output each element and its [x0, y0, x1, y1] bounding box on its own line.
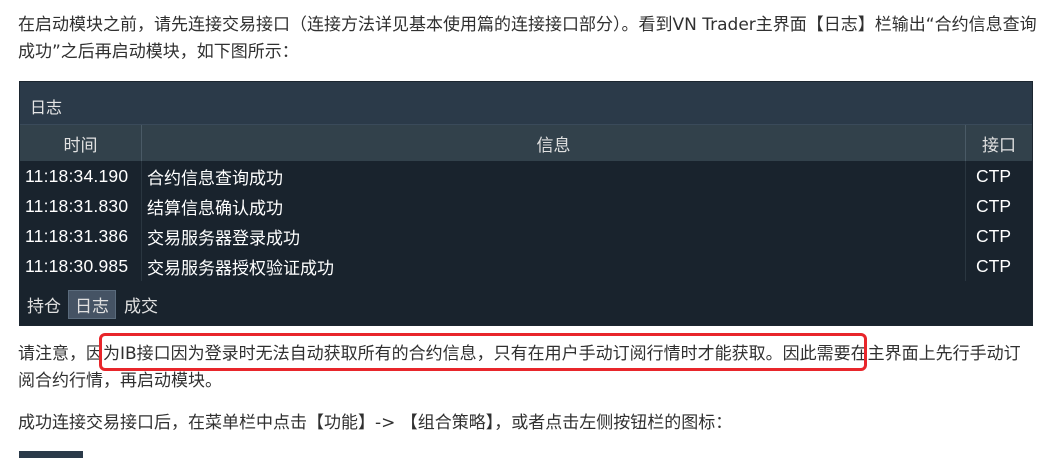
log-message: 交易服务器登录成功: [142, 221, 966, 251]
log-time: 11:18:30.985: [20, 251, 142, 281]
log-gateway: CTP: [976, 165, 1011, 186]
tab-log[interactable]: 日志: [68, 290, 116, 319]
table-row[interactable]: 11:18:34.190 合约信息查询成功 CTP: [20, 161, 1032, 191]
log-table-header: 时间 信息 接口: [20, 125, 1032, 161]
log-time: 11:18:31.830: [20, 191, 142, 221]
instruction-paragraph: 成功连接交易接口后，在菜单栏中点击【功能】-> 【组合策略】，或者点击左侧按钮栏…: [18, 413, 733, 433]
log-message: 结算信息确认成功: [142, 191, 966, 221]
column-header-time[interactable]: 时间: [20, 125, 142, 161]
bottom-tab-bar: 持仓 日志 成交: [20, 287, 1032, 319]
log-gateway: CTP: [976, 195, 1011, 216]
column-header-message[interactable]: 信息: [142, 125, 966, 161]
table-row[interactable]: 11:18:31.830 结算信息确认成功 CTP: [20, 191, 1032, 221]
tab-trade[interactable]: 成交: [118, 290, 164, 319]
table-row[interactable]: 11:18:30.985 交易服务器授权验证成功 CTP: [20, 251, 1032, 281]
log-time: 11:18:34.190: [20, 161, 142, 191]
tab-position[interactable]: 持仓: [22, 290, 66, 319]
log-time: 11:18:31.386: [20, 221, 142, 251]
log-message: 交易服务器授权验证成功: [142, 251, 966, 281]
column-header-gateway[interactable]: 接口: [966, 125, 1032, 161]
log-panel-title-bar: 日志: [20, 82, 1032, 125]
next-image-edge: [19, 451, 83, 458]
red-highlight-box: [99, 333, 867, 371]
table-row[interactable]: 11:18:31.386 交易服务器登录成功 CTP: [20, 221, 1032, 251]
log-message: 合约信息查询成功: [142, 161, 966, 191]
intro-paragraph: 在启动模块之前，请先连接交易接口（连接方法详见基本使用篇的连接接口部分）。看到V…: [18, 15, 1037, 62]
log-gateway: CTP: [976, 255, 1011, 276]
log-table: 时间 信息 接口 11:18:34.190 合约信息查询成功 CTP 11:18…: [20, 125, 1032, 281]
log-gateway: CTP: [976, 225, 1011, 246]
log-panel-screenshot: 日志 时间 信息 接口 11:18:34.190 合约信息查询成功 CTP 11…: [19, 81, 1033, 326]
log-panel-title: 日志: [30, 98, 63, 117]
